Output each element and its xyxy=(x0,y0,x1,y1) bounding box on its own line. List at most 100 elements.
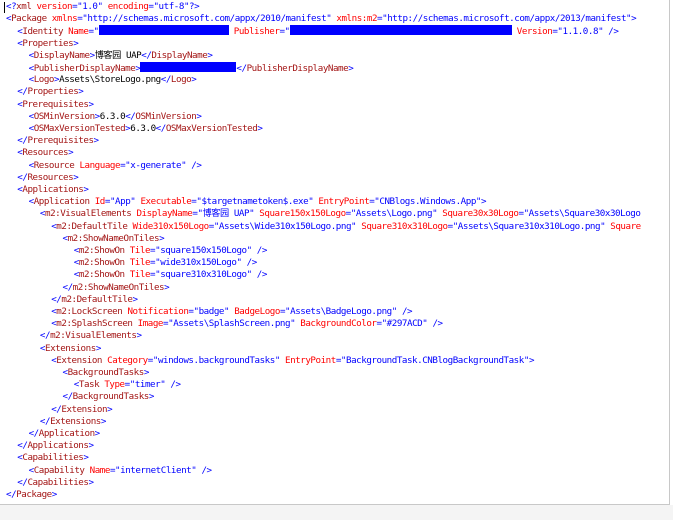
code-line: </m2:DefaultTile> xyxy=(51,293,139,306)
xml-attribute-value: 博客园 UAP xyxy=(202,208,250,220)
xml-punctuation: "> xyxy=(626,13,637,25)
xml-punctuation: > xyxy=(159,232,165,244)
xml-punctuation: =" xyxy=(124,379,136,391)
xml-tag-name: Logo xyxy=(33,74,55,86)
xml-punctuation: </ xyxy=(51,293,62,305)
code-line: <Identity Name=" Publisher=" Version="1.… xyxy=(17,25,619,38)
code-line: <Resources> xyxy=(17,147,73,159)
xml-attribute-name: Tile xyxy=(129,245,151,256)
xml-punctuation: /> xyxy=(401,306,413,317)
xml-tag-name: OSMinVersion xyxy=(33,110,95,122)
xml-attribute-name: Language xyxy=(79,159,121,171)
xml-punctuation: > xyxy=(83,452,89,464)
xml-attribute-value: App xyxy=(115,196,131,208)
xml-punctuation: "> xyxy=(523,354,535,366)
xml-punctuation: /> xyxy=(256,245,268,256)
xml-attribute-value: square150x150Logo xyxy=(160,245,247,256)
xml-attribute-name: DisplayName xyxy=(136,208,193,220)
xml-punctuation: > xyxy=(191,74,197,86)
xml-tag-name: Resources xyxy=(27,171,74,183)
xml-punctuation: </ xyxy=(160,74,172,86)
xml-attribute-name: Category xyxy=(107,354,148,366)
xml-punctuation: =" xyxy=(518,208,530,220)
xml-punctuation: > xyxy=(88,440,94,452)
xml-attribute-name: EntryPoint xyxy=(285,354,336,366)
xml-punctuation: </ xyxy=(28,428,40,439)
xml-punctuation: > xyxy=(73,171,79,183)
xml-tag-name: Application xyxy=(33,196,90,208)
code-line: <PublisherDisplayName> </PublisherDisplay… xyxy=(29,62,354,74)
xml-punctuation: =" xyxy=(377,13,388,25)
xml-punctuation: =" xyxy=(192,208,203,220)
xml-punctuation: =" xyxy=(552,26,563,38)
xml-tag-name: OSMinVersion xyxy=(135,110,197,122)
xml-text: 6.3.0 xyxy=(130,123,156,134)
xml-attribute-value: Assets\Wide310x150Logo.png xyxy=(218,220,352,232)
xml-attribute-name: Square xyxy=(610,220,641,232)
code-line: <m2:ShowOn Tile="wide310x150Logo" /> xyxy=(74,257,257,269)
xml-attribute-name: Version xyxy=(516,26,553,38)
xml-punctuation: =" xyxy=(191,196,202,208)
text-caret xyxy=(4,2,5,13)
xml-punctuation: =" xyxy=(88,26,99,38)
xml-punctuation: > xyxy=(83,184,89,195)
xml-attribute-value: 1.1.0.8 xyxy=(562,26,599,38)
xml-attribute-name: Id xyxy=(94,196,106,208)
xml-punctuation: </ xyxy=(62,281,74,293)
xml-punctuation: > xyxy=(257,123,263,134)
xml-attribute-value: x-generate xyxy=(130,159,182,171)
xml-tag-name: Applications xyxy=(22,184,84,195)
xml-punctuation: =" xyxy=(150,245,161,256)
xml-punctuation: /> xyxy=(608,26,619,38)
xml-tag-name: DisplayName xyxy=(151,49,208,61)
xml-punctuation: > xyxy=(51,489,58,500)
xml-punctuation: > xyxy=(132,293,139,305)
code-line: <Logo>Assets\StoreLogo.png</Logo> xyxy=(29,74,197,86)
xml-attribute-value: Assets\Square310x310Logo.png xyxy=(457,220,601,232)
xml-tag-name: m2:VisualElements xyxy=(50,330,137,342)
xml-punctuation: =" xyxy=(120,159,131,171)
xml-code-editor[interactable]: <?xml version="1.0" encoding="utf-8"?> <P… xyxy=(0,0,670,505)
xml-attribute-value: square310x310Logo xyxy=(160,269,247,281)
xml-attribute-name: BadgeLogo xyxy=(234,306,280,317)
xml-attribute-value: BackgroundTask.CNBlogBackgroundTask xyxy=(346,354,524,366)
xml-attribute-value: Assets\Logo.png xyxy=(355,208,433,220)
xml-tag-name: m2:ShowNameOnTiles xyxy=(67,232,160,244)
xml-punctuation: > xyxy=(164,281,170,293)
xml-tag-name: m2:ShowNameOnTiles xyxy=(72,281,165,293)
code-line: <Capability Name="internetClient" /> xyxy=(29,465,212,477)
xml-punctuation: > xyxy=(78,86,84,98)
xml-attribute-name: Tile xyxy=(129,269,151,281)
xml-punctuation: =" xyxy=(335,354,347,366)
xml-tag-name: OSMaxVersionTested xyxy=(165,123,258,134)
xml-tag-name: Package xyxy=(11,13,47,25)
xml-attribute-value: CNBlogs.Windows.App xyxy=(379,196,476,208)
xml-punctuation: =" xyxy=(72,1,83,12)
xml-attribute-value: http://schemas.microsoft.com/appx/2010/m… xyxy=(87,13,327,25)
code-line: </Extension> xyxy=(51,404,112,416)
xml-punctuation: </ xyxy=(17,171,28,183)
xml-punctuation: "?> xyxy=(183,1,200,12)
xml-punctuation: =" xyxy=(345,208,357,220)
xml-punctuation: > xyxy=(88,476,94,488)
code-line: <m2:ShowOn Tile="square150x150Logo" /> xyxy=(74,245,268,257)
xml-tag-name: m2:SplashScreen xyxy=(56,318,133,330)
xml-punctuation: =" xyxy=(279,306,291,317)
xml-tag-name: Prerequisites xyxy=(22,98,89,110)
xml-attribute-name: EntryPoint xyxy=(318,196,370,208)
xml-tag-name: Logo xyxy=(170,74,192,86)
xml-punctuation: > xyxy=(207,49,213,61)
xml-punctuation: =" xyxy=(150,269,161,281)
code-line: </Extensions> xyxy=(40,416,107,428)
xml-punctuation: =" xyxy=(279,26,290,38)
xml-tag-name: m2:ShowOn xyxy=(78,269,125,281)
xml-attribute-name: xmlns:m2 xyxy=(336,13,378,25)
xml-tag-name: Capability xyxy=(33,464,85,476)
xml-tag-name: Prerequisites xyxy=(27,135,94,147)
xml-punctuation: =" xyxy=(150,257,161,269)
xml-attribute-name: encoding xyxy=(107,1,149,12)
code-line: <DisplayName>博客园 UAP</DisplayName> xyxy=(29,50,213,62)
xml-attribute-value: Assets\SplashScreen.png xyxy=(173,318,291,330)
xml-punctuation: > xyxy=(348,63,354,74)
xml-punctuation: </ xyxy=(17,86,28,98)
